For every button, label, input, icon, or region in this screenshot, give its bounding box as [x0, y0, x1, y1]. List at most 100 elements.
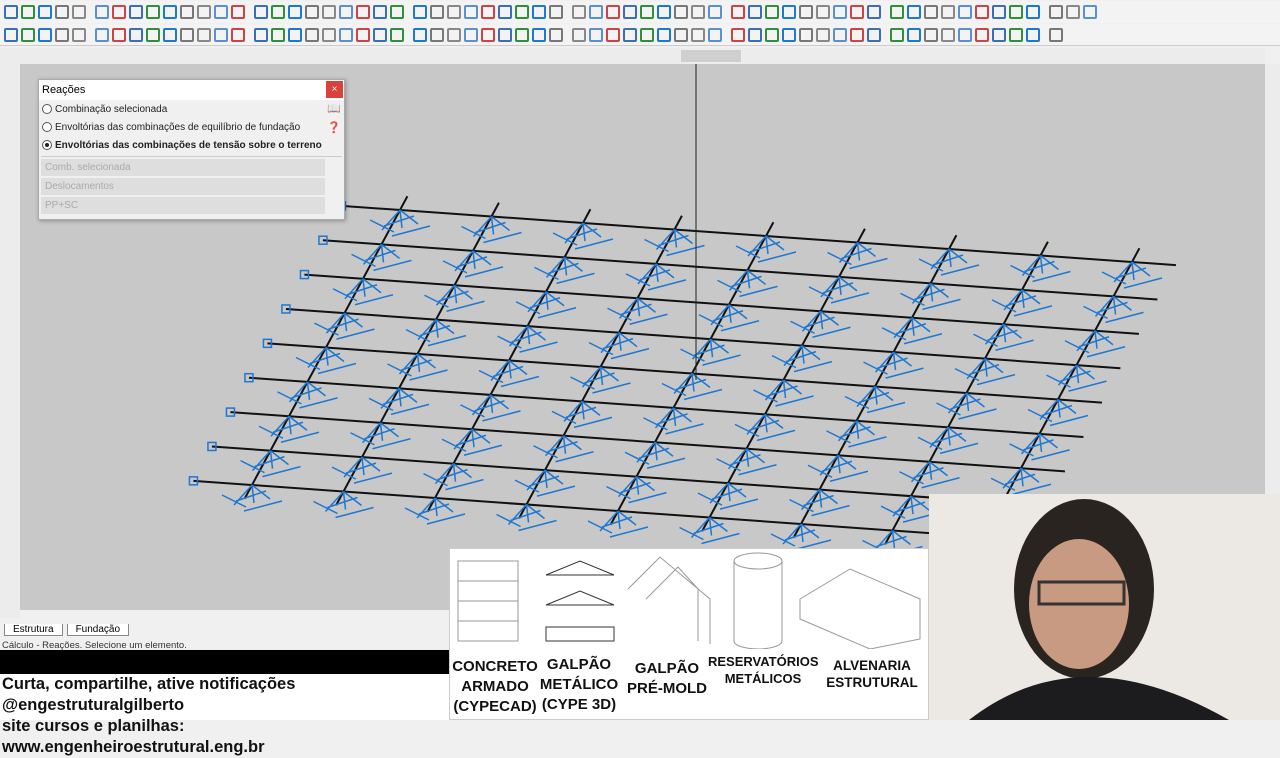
support-symbol[interactable]: [808, 276, 870, 304]
banner-alvenaria: ALVENARIA ESTRUTURAL: [826, 658, 918, 690]
support-symbol[interactable]: [350, 422, 411, 450]
support-symbol[interactable]: [900, 282, 961, 311]
support-symbol[interactable]: [313, 490, 374, 519]
support-symbol[interactable]: [314, 312, 375, 340]
support-symbol[interactable]: [497, 325, 558, 353]
support-symbol[interactable]: [441, 428, 503, 456]
support-symbol[interactable]: [697, 482, 759, 510]
support-symbol[interactable]: [1064, 330, 1126, 358]
support-symbol[interactable]: [698, 304, 760, 332]
support-symbol[interactable]: [716, 448, 777, 476]
support-symbol[interactable]: [277, 381, 338, 409]
support-symbol[interactable]: [368, 387, 430, 416]
black-bar: [0, 650, 450, 674]
support-symbol[interactable]: [424, 284, 485, 312]
tab-fundacao[interactable]: Fundação: [66, 624, 130, 636]
support-symbol[interactable]: [461, 215, 522, 244]
support-symbol[interactable]: [331, 456, 393, 484]
support-symbol[interactable]: [515, 291, 577, 319]
support-symbol[interactable]: [1010, 254, 1071, 283]
support-symbol[interactable]: [789, 489, 850, 517]
support-symbol[interactable]: [954, 358, 1016, 386]
support-symbol[interactable]: [661, 372, 723, 401]
support-symbol[interactable]: [387, 353, 448, 381]
support-symbol[interactable]: [552, 222, 614, 250]
support-symbol[interactable]: [405, 319, 467, 347]
support-symbol[interactable]: [606, 476, 667, 504]
support-symbol[interactable]: [478, 359, 540, 388]
support-symbol[interactable]: [734, 413, 796, 442]
course-banner: CONCRETO ARMADO (CYPECAD) GALPÃO METÁLICO (C…: [449, 548, 929, 720]
support-symbol[interactable]: [735, 235, 797, 263]
beam[interactable]: [341, 204, 1176, 267]
support-symbol[interactable]: [533, 435, 594, 463]
promo-text: Curta, compartilhe, ative notificações @…: [0, 674, 450, 756]
support-symbol[interactable]: [991, 289, 1053, 317]
option-equilibrium-envelope[interactable]: Envoltórias das combinações de equilíbri…: [39, 118, 344, 136]
support-symbol[interactable]: [442, 250, 504, 278]
support-symbol[interactable]: [570, 366, 631, 394]
support-symbol[interactable]: [607, 297, 668, 325]
support-symbol[interactable]: [807, 454, 869, 482]
support-symbol[interactable]: [496, 503, 557, 532]
support-symbol[interactable]: [404, 497, 466, 525]
support-symbol[interactable]: [643, 407, 704, 435]
support-symbol[interactable]: [624, 441, 686, 469]
load-select: PP+SC: [41, 197, 325, 214]
close-button[interactable]: ×: [326, 81, 343, 98]
support-symbol[interactable]: [295, 346, 357, 375]
support-symbol[interactable]: [1046, 364, 1107, 392]
option-selected-combination[interactable]: Combinação selecionada: [39, 100, 344, 118]
reactions-dialog: Reações × 📖 ❓ Combinação selecionada Env…: [38, 79, 345, 220]
support-symbol[interactable]: [588, 332, 650, 360]
support-symbol[interactable]: [625, 263, 687, 291]
support-symbol[interactable]: [973, 323, 1034, 351]
dialog-title: Reações: [39, 80, 344, 100]
support-symbol[interactable]: [332, 278, 394, 306]
support-symbol[interactable]: [899, 461, 960, 489]
support-symbol[interactable]: [680, 338, 741, 366]
support-symbol[interactable]: [790, 310, 851, 338]
support-symbol[interactable]: [514, 469, 576, 497]
support-symbol[interactable]: [679, 516, 740, 545]
support-symbol[interactable]: [1083, 295, 1144, 324]
support-symbol[interactable]: [240, 450, 301, 478]
banner-galpao-premold: GALPÃO PRÉ-MOLD: [627, 660, 707, 697]
option-stress-envelope[interactable]: Envoltórias das combinações de tensão so…: [39, 136, 344, 154]
support-symbol[interactable]: [351, 243, 412, 272]
support-symbol[interactable]: [1101, 261, 1163, 289]
type-select: Deslocamentos: [41, 178, 325, 195]
support-symbol[interactable]: [844, 385, 906, 414]
support-symbol[interactable]: [423, 463, 484, 491]
support-symbol[interactable]: [770, 523, 832, 551]
support-symbol[interactable]: [587, 510, 649, 538]
support-symbol[interactable]: [881, 317, 943, 345]
support-symbol[interactable]: [917, 426, 979, 455]
support-symbol[interactable]: [771, 345, 833, 373]
support-symbol[interactable]: [863, 351, 924, 379]
radio-icon[interactable]: [42, 104, 52, 114]
support-symbol[interactable]: [827, 241, 888, 270]
tab-estrutura[interactable]: Estrutura: [4, 624, 63, 636]
webcam-overlay: [929, 494, 1280, 720]
help-icon[interactable]: ❓: [327, 121, 341, 134]
course-illustrations: [457, 552, 921, 649]
support-symbol[interactable]: [717, 269, 778, 298]
support-symbol[interactable]: [221, 484, 283, 512]
support-symbol[interactable]: [1009, 433, 1070, 461]
support-symbol[interactable]: [534, 256, 595, 285]
support-symbol[interactable]: [826, 420, 887, 448]
support-symbol[interactable]: [753, 379, 814, 407]
support-symbol[interactable]: [369, 209, 431, 237]
support-symbol[interactable]: [1027, 398, 1089, 427]
support-symbol[interactable]: [460, 394, 521, 422]
support-symbol[interactable]: [258, 415, 320, 443]
radio-icon[interactable]: [42, 122, 52, 132]
support-symbol[interactable]: [551, 400, 613, 429]
book-icon[interactable]: 📖: [327, 102, 341, 115]
radio-icon[interactable]: [42, 140, 52, 150]
presenter-video: [929, 494, 1280, 720]
support-symbol[interactable]: [990, 467, 1052, 495]
support-symbol[interactable]: [936, 392, 997, 420]
support-symbol[interactable]: [918, 248, 980, 276]
